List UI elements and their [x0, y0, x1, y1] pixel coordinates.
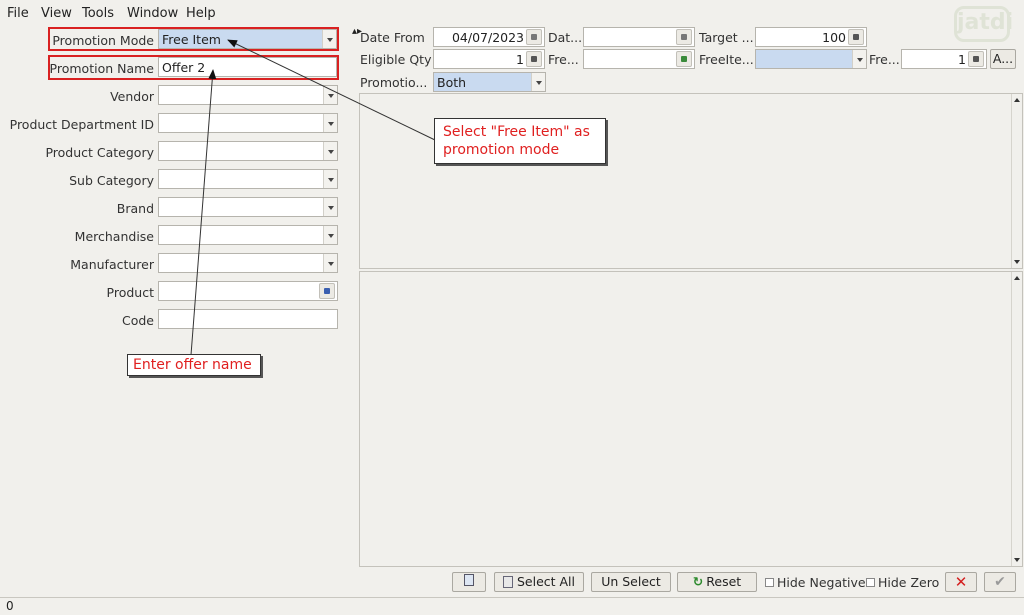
cancel-button[interactable]: ✕ — [945, 572, 977, 592]
hide-zero-label: Hide Zero — [878, 575, 940, 590]
checklist-icon — [502, 576, 513, 588]
reset-button[interactable]: ↻ Reset — [677, 572, 757, 592]
callout-enter-name: Enter offer name — [127, 354, 261, 376]
annotation-arrows — [190, 39, 436, 356]
hide-negative-label: Hide Negative — [777, 575, 866, 590]
un-select-button[interactable]: Un Select — [591, 572, 671, 592]
status-bar: 0 — [0, 597, 1024, 615]
confirm-button[interactable]: ✔ — [984, 572, 1016, 592]
checkbox-icon[interactable] — [866, 578, 875, 587]
arrow-to-promotion-mode — [227, 39, 436, 141]
select-all-button[interactable]: Select All — [494, 572, 584, 592]
check-icon: ✔ — [994, 574, 1006, 590]
hide-negative-checkbox[interactable]: Hide Negative — [765, 575, 866, 590]
preview-button[interactable] — [452, 572, 486, 592]
checkbox-icon[interactable] — [765, 578, 774, 587]
reset-label: Reset — [706, 574, 742, 589]
callout-select-mode: Select "Free Item" as promotion mode — [434, 118, 606, 164]
arrow-to-promotion-name — [190, 69, 217, 356]
preview-icon — [464, 574, 474, 586]
reset-icon: ↻ — [692, 574, 704, 589]
status-count: 0 — [6, 599, 14, 613]
hide-zero-checkbox[interactable]: Hide Zero — [866, 575, 939, 590]
close-icon: ✕ — [954, 573, 968, 591]
select-all-label: Select All — [516, 574, 576, 589]
